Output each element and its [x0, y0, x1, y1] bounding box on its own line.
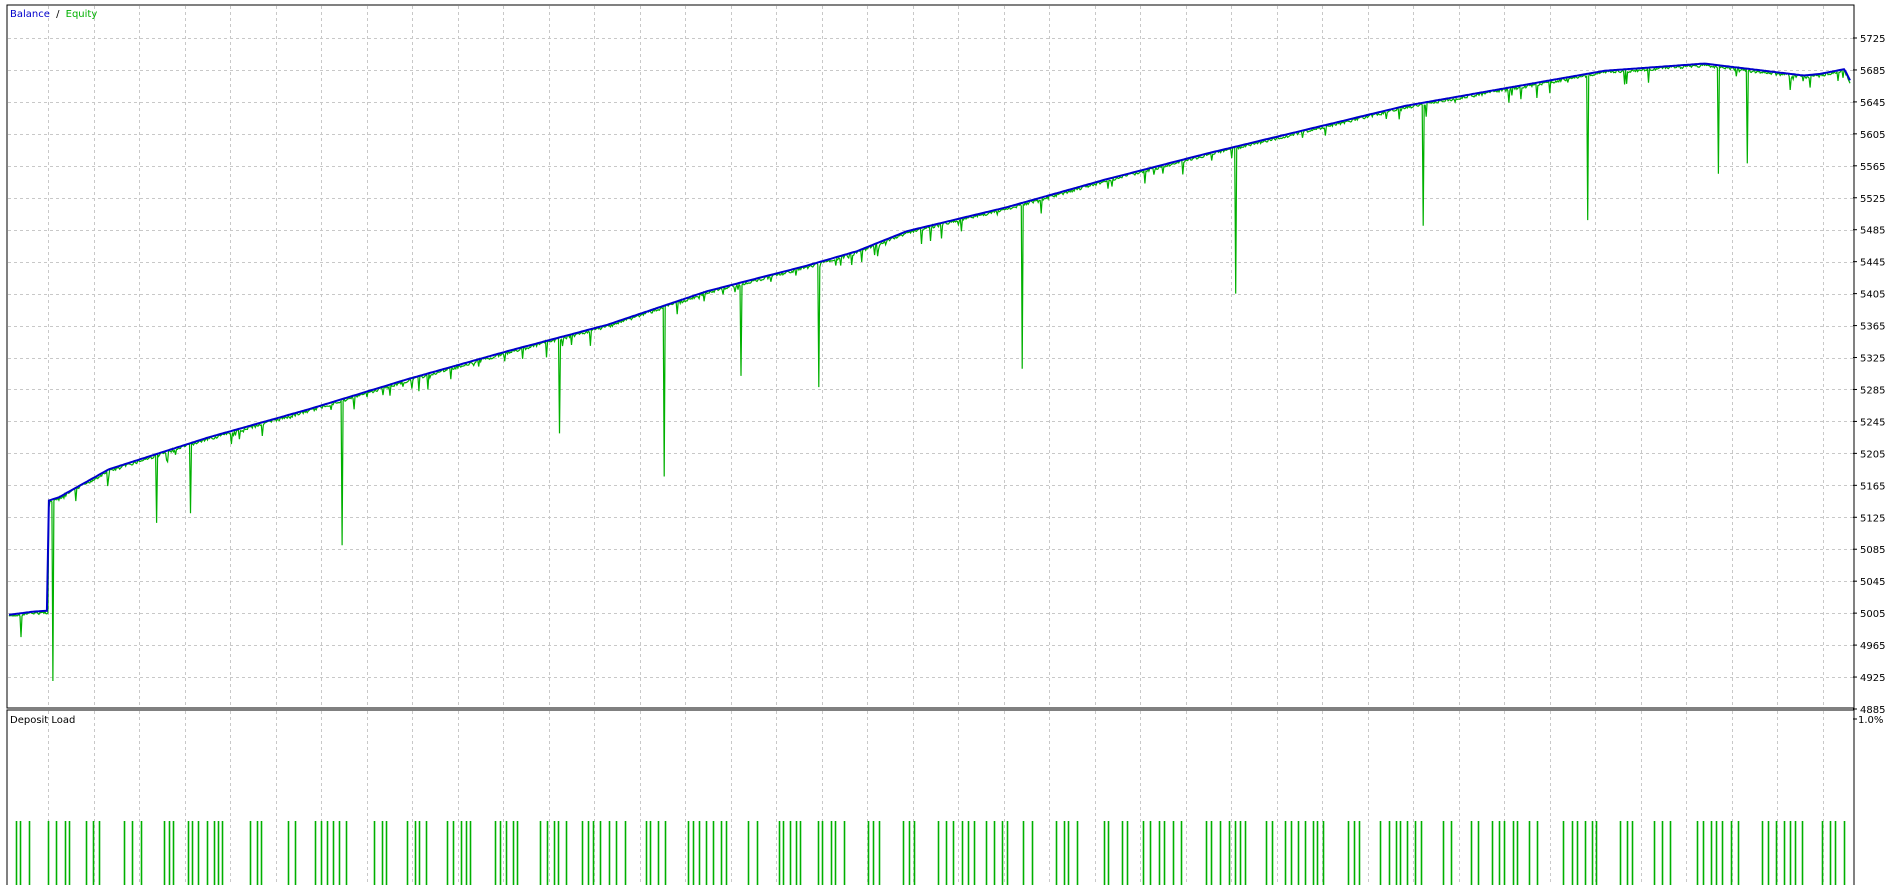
y-tick-label: 5285 [1860, 385, 1885, 396]
legend-balance: Balance [10, 9, 50, 20]
main-panel-frame [6, 4, 1855, 709]
y-tick-label: 5445 [1860, 258, 1885, 269]
deposit-y-axis: 1.0%0.0% [1853, 715, 1883, 726]
y-tick-label: 4925 [1860, 673, 1885, 684]
main-y-axis: 5725 5685 5645 5605 5565 5525 5485 5445 5405 5365… [1853, 34, 1885, 716]
deposit-load-title: Deposit Load [10, 715, 75, 726]
chart-canvas: 5725 5685 5645 5605 5565 5525 5485 5445 5405 5365… [6, 4, 1885, 885]
y-tick-label: 5645 [1860, 98, 1885, 109]
y-tick-label: 5325 [1860, 354, 1885, 365]
balance-equity-panel: 5725 5685 5645 5605 5565 5525 5485 5445 5405 5365… [6, 4, 1885, 716]
y-tick-label: 5485 [1860, 226, 1885, 237]
y-tick-label: 5125 [1860, 513, 1885, 524]
y-tick-label: 4965 [1860, 641, 1885, 652]
y-tick-label: 5045 [1860, 577, 1885, 588]
y-tick-label: 5605 [1860, 130, 1885, 141]
y-tick-label: 5525 [1860, 194, 1885, 205]
legend-separator: / [56, 9, 60, 20]
y-tick-label: 5005 [1860, 609, 1885, 620]
y-tick-label: 5565 [1860, 162, 1885, 173]
deposit-load-panel: 1.0%0.0% Deposit Load [6, 709, 1883, 885]
y-tick-label: 5365 [1860, 322, 1885, 333]
y-tick-label: 1.0% [1858, 715, 1883, 726]
y-tick-label: 5205 [1860, 449, 1885, 460]
y-tick-label: 5725 [1860, 34, 1885, 45]
y-tick-label: 5165 [1860, 481, 1885, 492]
y-tick-label: 5085 [1860, 545, 1885, 556]
legend-equity: Equity [66, 9, 98, 20]
y-tick-label: 5405 [1860, 290, 1885, 301]
y-tick-label: 5245 [1860, 417, 1885, 428]
y-tick-label: 5685 [1860, 66, 1885, 77]
